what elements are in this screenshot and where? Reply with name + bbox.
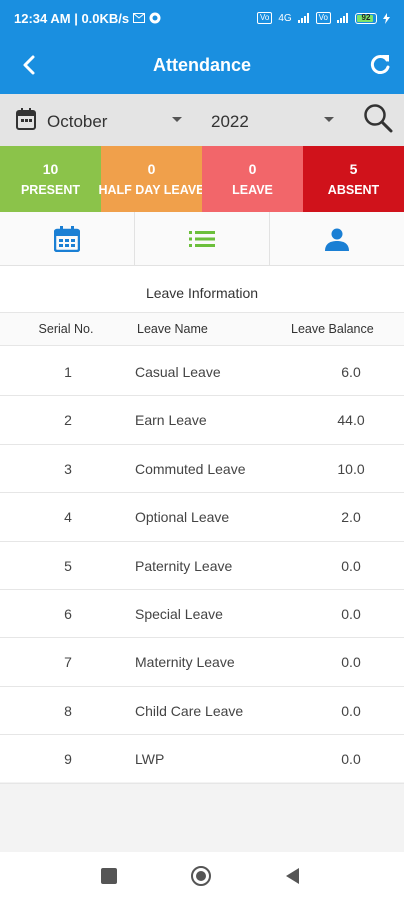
- leave-count: 0: [248, 161, 257, 177]
- status-bar: 12:34 AM | 0.0KB/s Vo 4G Vo 92: [0, 0, 404, 36]
- present-count: 10: [42, 161, 59, 177]
- app-bar: Attendance: [0, 36, 404, 94]
- leave-balance-cell: 0.0: [341, 557, 361, 574]
- serial-cell: 2: [64, 412, 72, 429]
- present-label: PRESENT: [20, 183, 81, 197]
- battery-level: 92: [361, 12, 371, 22]
- leave-name-cell: LWP: [135, 751, 165, 768]
- leave-name-cell: Special Leave: [135, 605, 223, 622]
- table-row[interactable]: 3 Commuted Leave 10.0: [0, 445, 404, 494]
- mail-icon: [133, 13, 146, 23]
- serial-cell: 4: [64, 509, 72, 526]
- tab-profile[interactable]: [270, 212, 404, 265]
- table-row[interactable]: 4 Optional Leave 2.0: [0, 493, 404, 542]
- status-time: 12:34 AM | 0.0KB/s: [14, 10, 130, 26]
- table-row[interactable]: 8 Child Care Leave 0.0: [0, 687, 404, 736]
- leave-information-card: Leave Information Serial No. Leave Name …: [0, 266, 404, 784]
- leave-stat[interactable]: 0 LEAVE: [202, 146, 303, 212]
- table-row[interactable]: 6 Special Leave 0.0: [0, 590, 404, 639]
- absent-stat[interactable]: 5 ABSENT: [303, 146, 404, 212]
- header-leave-name: Leave Name: [137, 322, 208, 336]
- calendar-icon: [54, 225, 80, 252]
- serial-cell: 9: [64, 751, 72, 768]
- signal-icon-2: [337, 13, 348, 23]
- tab-list[interactable]: [135, 212, 270, 265]
- tab-calendar[interactable]: [0, 212, 135, 265]
- leave-label: LEAVE: [232, 183, 273, 197]
- chevron-left-icon[interactable]: [14, 50, 44, 80]
- home-circle-icon[interactable]: [191, 866, 211, 886]
- leave-balance-cell: 6.0: [341, 364, 361, 380]
- view-tabs: [0, 212, 404, 266]
- leave-balance-cell: 0.0: [341, 702, 361, 719]
- refresh-icon[interactable]: [366, 51, 394, 79]
- signal-icon-1: [297, 13, 309, 23]
- battery-icon: 92: [355, 12, 377, 24]
- date-filter-bar: October 2022: [0, 94, 404, 146]
- absent-label: ABSENT: [327, 183, 380, 197]
- leave-name-cell: Paternity Leave: [135, 557, 233, 574]
- search-icon[interactable]: [362, 102, 394, 134]
- absent-count: 5: [349, 161, 358, 177]
- status-left: 12:34 AM | 0.0KB/s: [14, 11, 161, 26]
- month-dropdown-caret-icon[interactable]: [172, 117, 182, 122]
- leave-name-cell: Casual Leave: [135, 364, 221, 380]
- leave-table-header: Serial No. Leave Name Leave Balance: [0, 312, 404, 346]
- leave-balance-cell: 0.0: [341, 751, 361, 768]
- leave-balance-cell: 0.0: [341, 605, 361, 622]
- table-row[interactable]: 7 Maternity Leave 0.0: [0, 638, 404, 687]
- table-row[interactable]: 9 LWP 0.0: [0, 735, 404, 784]
- table-row[interactable]: 2 Earn Leave 44.0: [0, 396, 404, 445]
- status-right: Vo 4G Vo 92: [256, 12, 390, 24]
- leave-name-cell: Maternity Leave: [135, 654, 235, 671]
- leave-name-cell: Commuted Leave: [135, 460, 246, 477]
- attendance-summary: 10 PRESENT 0 HALF DAY LEAVE 0 LEAVE 5 AB…: [0, 146, 404, 212]
- present-stat[interactable]: 10 PRESENT: [0, 146, 101, 212]
- half-day-leave-label: HALF DAY LEAVE: [98, 183, 205, 197]
- half-day-leave-stat[interactable]: 0 HALF DAY LEAVE: [98, 146, 205, 212]
- recents-square-icon[interactable]: [101, 868, 117, 884]
- half-day-leave-count: 0: [147, 161, 156, 177]
- network-type: 4G: [278, 12, 292, 24]
- volte-badge-1: Vo: [256, 12, 273, 24]
- system-nav-bar: [0, 852, 404, 900]
- leave-balance-cell: 10.0: [337, 460, 365, 477]
- back-triangle-icon[interactable]: [286, 868, 299, 884]
- leave-information-title: Leave Information: [145, 285, 259, 301]
- calendar-icon: [16, 108, 36, 130]
- serial-cell: 1: [64, 364, 72, 380]
- page-title: Attendance: [152, 54, 251, 75]
- leave-name-cell: Child Care Leave: [135, 702, 244, 719]
- leave-table-body: 1 Casual Leave 6.0 2 Earn Leave 44.0 3 C…: [0, 348, 404, 784]
- serial-cell: 7: [64, 654, 72, 671]
- leave-balance-cell: 0.0: [341, 654, 361, 671]
- leave-balance-cell: 2.0: [341, 509, 361, 526]
- serial-cell: 8: [64, 702, 72, 719]
- header-leave-balance: Leave Balance: [291, 322, 374, 336]
- leave-name-cell: Optional Leave: [135, 509, 230, 526]
- serial-cell: 3: [64, 460, 72, 477]
- volte-badge-2: Vo: [315, 12, 331, 24]
- table-row[interactable]: 1 Casual Leave 6.0: [0, 348, 404, 397]
- year-dropdown-caret-icon[interactable]: [324, 117, 334, 122]
- year-select[interactable]: 2022: [211, 112, 249, 132]
- month-select[interactable]: October: [47, 112, 107, 132]
- table-row[interactable]: 5 Paternity Leave 0.0: [0, 542, 404, 590]
- app-notification-icon: [149, 12, 161, 24]
- person-icon: [325, 228, 349, 251]
- serial-cell: 6: [64, 605, 72, 622]
- serial-cell: 5: [64, 557, 72, 574]
- charging-icon: [383, 12, 390, 24]
- header-serial: Serial No.: [38, 322, 94, 336]
- leave-name-cell: Earn Leave: [135, 412, 207, 429]
- list-icon: [189, 230, 215, 247]
- leave-balance-cell: 44.0: [337, 412, 365, 429]
